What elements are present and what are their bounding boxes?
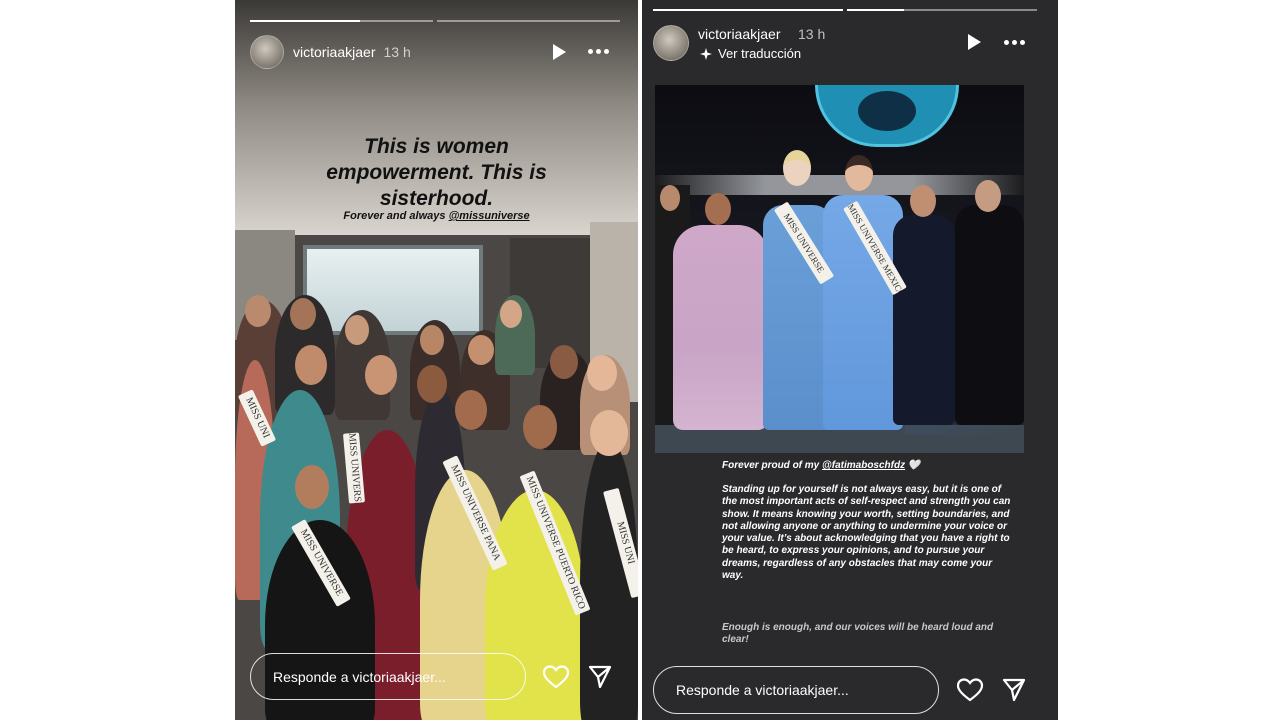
mention-link[interactable]: @missuniverse [449, 210, 530, 222]
person-face [910, 185, 936, 217]
story-left[interactable]: MISS UNI MISS UNIVERSE PALESTINE MISS UN… [235, 0, 638, 720]
reply-input[interactable]: Responde a victoriaakjaer... [250, 653, 526, 700]
reply-placeholder: Responde a victoriaakjaer... [273, 668, 446, 685]
person-face [590, 410, 628, 456]
progress-fill [653, 9, 843, 11]
play-icon [553, 44, 566, 60]
person-gown [673, 225, 768, 430]
story-photo: MISS UNIVERSE MISS UNIVERSE MEXICO [655, 85, 1024, 453]
person-face [365, 355, 397, 395]
caption-closing: Enough is enough, and our voices will be… [722, 622, 994, 646]
heart-icon[interactable] [542, 664, 570, 690]
headline-text: This is women empowerment. This is siste… [326, 135, 547, 210]
person-face [290, 298, 316, 330]
caption-title-text: Forever proud of my [722, 460, 823, 471]
translate-label: Ver traducción [718, 46, 802, 61]
heart-icon[interactable] [956, 677, 984, 703]
person-face [468, 335, 494, 365]
translate-link[interactable]: Ver traducción [700, 46, 801, 61]
timestamp: 13 h [798, 26, 826, 42]
person-face [523, 405, 557, 449]
story-subline: Forever and always @missuniverse [235, 210, 638, 222]
story-progress [653, 9, 1037, 11]
progress-fill [250, 20, 360, 22]
person [893, 215, 955, 425]
person-face [455, 390, 487, 430]
person-face [295, 345, 327, 385]
progress-segment [847, 9, 1037, 11]
person-face [845, 155, 873, 191]
timestamp: 13 h [383, 44, 411, 60]
story-photo: MISS UNI MISS UNIVERSE PALESTINE MISS UN… [235, 0, 638, 720]
stage-logo [815, 85, 959, 147]
person-face [705, 193, 731, 225]
avatar[interactable] [653, 25, 689, 61]
more-icon [588, 49, 609, 54]
person-face [245, 295, 271, 327]
heart-emoji: 🤍 [907, 460, 921, 471]
story-header: victoriaakjaer 13 h [250, 35, 411, 69]
person-face [295, 465, 329, 509]
avatar[interactable] [250, 35, 284, 69]
caption-title: Forever proud of my @fatimaboschfdz 🤍 [722, 460, 1012, 472]
story-right[interactable]: victoriaakjaer 13 h Ver traducción MISS … [642, 0, 1058, 720]
more-button[interactable] [588, 49, 609, 54]
send-icon[interactable] [1001, 677, 1027, 703]
username[interactable]: victoriaakjaer [698, 26, 780, 42]
subline-text: Forever and always [343, 210, 449, 222]
person-face [587, 355, 617, 391]
more-icon [1004, 40, 1025, 45]
stage-light [655, 175, 1024, 195]
sash: MISS UNIVERSE PALESTINE [342, 432, 366, 504]
caption-body: Standing up for yourself is not always e… [722, 484, 1011, 582]
person-face [500, 300, 522, 328]
progress-fill [847, 9, 904, 11]
story-header [653, 25, 689, 61]
send-icon[interactable] [587, 664, 613, 690]
progress-segment [653, 9, 843, 11]
person-face [417, 365, 447, 403]
person-face [550, 345, 578, 379]
play-button[interactable] [553, 44, 566, 60]
person-face [660, 185, 680, 211]
person-face [345, 315, 369, 345]
person-face [975, 180, 1001, 212]
person-face [420, 325, 444, 355]
reply-placeholder: Responde a victoriaakjaer... [676, 682, 849, 698]
progress-segment [437, 20, 620, 22]
more-button[interactable] [1004, 40, 1025, 45]
translate-icon [700, 47, 712, 60]
story-progress [250, 20, 620, 22]
mention-link[interactable]: @fatimaboschfdz [822, 460, 905, 471]
play-icon [968, 34, 981, 50]
story-headline: This is women empowerment. This is siste… [235, 134, 638, 212]
progress-segment [250, 20, 433, 22]
person-face [783, 150, 811, 186]
reply-input[interactable]: Responde a victoriaakjaer... [653, 666, 939, 714]
play-button[interactable] [968, 34, 981, 50]
person [955, 205, 1024, 425]
username[interactable]: victoriaakjaer [293, 44, 375, 60]
